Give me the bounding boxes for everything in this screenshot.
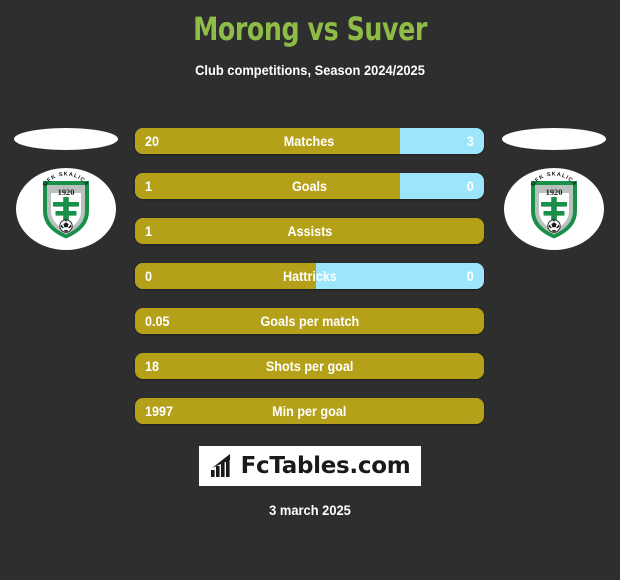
club-crest-icon: 1920 MFK SKALICA xyxy=(528,172,580,242)
away-team-panel: 1920 MFK SKALICA xyxy=(494,120,614,280)
fctables-logo[interactable]: FcTables.com xyxy=(199,446,421,486)
svg-text:1920: 1920 xyxy=(58,188,75,197)
away-value: 3 xyxy=(466,133,474,149)
fctables-logo-text: FcTables.com xyxy=(240,453,411,479)
stat-label: Hattricks xyxy=(282,268,337,284)
away-player-photo-placeholder xyxy=(502,128,606,150)
home-player-photo-placeholder xyxy=(14,128,118,150)
svg-text:1920: 1920 xyxy=(546,188,563,197)
stat-row-hattricks: 0 Hattricks 0 xyxy=(135,263,484,289)
stat-row-min-per-goal: 1997 Min per goal xyxy=(135,398,484,424)
stat-row-assists: 1 Assists xyxy=(135,218,484,244)
page-subtitle: Club competitions, Season 2024/2025 xyxy=(195,62,425,78)
page-title: Morong vs Suver xyxy=(193,10,427,48)
stat-row-goals-per-match: 0.05 Goals per match xyxy=(135,308,484,334)
stat-row-shots-per-goal: 18 Shots per goal xyxy=(135,353,484,379)
away-club-badge: 1920 MFK SKALICA xyxy=(504,168,604,250)
stat-label: Shots per goal xyxy=(265,358,354,374)
stat-row-goals: 1 Goals 0 xyxy=(135,173,484,199)
bar-chart-icon xyxy=(210,454,230,477)
stats-list: 20 Matches 3 1 Goals 0 1 Assists 0 Hattr… xyxy=(135,128,484,424)
home-team-panel: 1920 MFK SKALICA xyxy=(6,120,126,280)
report-date: 3 march 2025 xyxy=(269,502,351,518)
stat-label: Matches xyxy=(284,133,335,149)
home-club-badge: 1920 MFK SKALICA xyxy=(16,168,116,250)
stat-label: Min per goal xyxy=(272,403,347,419)
stat-label: Goals per match xyxy=(260,313,359,329)
stat-label: Goals xyxy=(291,178,328,194)
comparison-infographic: Morong vs Suver Club competitions, Seaso… xyxy=(0,0,620,580)
stat-row-matches: 20 Matches 3 xyxy=(135,128,484,154)
stat-label: Assists xyxy=(287,223,332,239)
club-crest-icon: 1920 MFK SKALICA xyxy=(40,172,92,242)
away-value: 0 xyxy=(466,268,474,284)
away-value: 0 xyxy=(466,178,474,194)
